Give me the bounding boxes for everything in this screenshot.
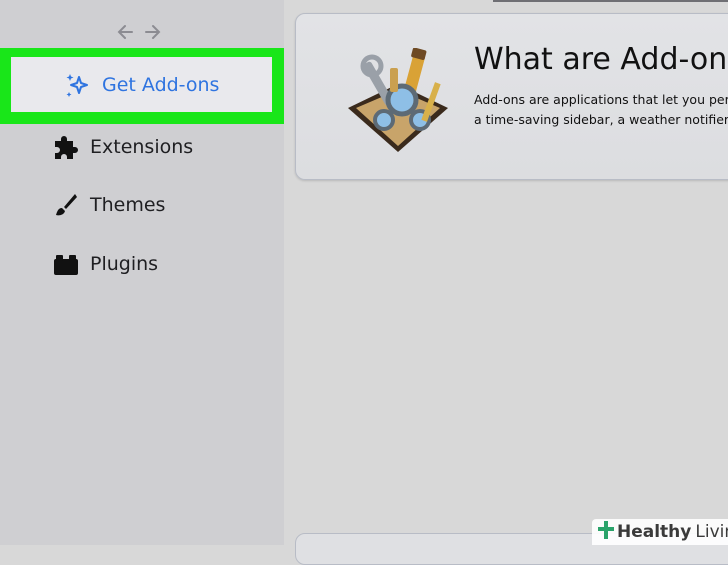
sidebar-item-get-addons[interactable]: Get Add-ons: [0, 48, 284, 124]
addons-tools-icon: [346, 47, 451, 157]
watermark-brand-2: Living: [695, 522, 728, 542]
sidebar-item-extensions[interactable]: Extensions: [50, 127, 193, 167]
sidebar: Get Add-ons Extensions Themes Plugins: [0, 0, 284, 545]
cross-logo-icon: [598, 520, 614, 544]
sidebar-item-plugins[interactable]: Plugins: [50, 244, 158, 284]
card-description-line: a time-saving sidebar, a weather notifie…: [474, 112, 728, 127]
card-description-line: Add-ons are applications that let you pe…: [474, 92, 728, 107]
sidebar-item-label: Extensions: [90, 136, 194, 158]
forward-arrow-icon[interactable]: [144, 22, 162, 42]
watermark-brand: Healthy: [617, 522, 692, 542]
card-title: What are Add-ons?: [474, 42, 728, 77]
sidebar-item-label: Get Add-ons: [102, 73, 220, 96]
addons-info-card: What are Add-ons? Add-ons are applicatio…: [295, 13, 728, 180]
plugin-block-icon: [50, 249, 80, 279]
healthy-living-watermark: Healthy Living: [592, 519, 728, 545]
sidebar-item-label: Themes: [90, 194, 166, 216]
card-description: Add-ons are applications that let you pe…: [474, 90, 728, 130]
puzzle-piece-icon: [50, 132, 80, 162]
paintbrush-icon: [50, 190, 80, 220]
nav-arrows: [116, 22, 162, 42]
sidebar-item-label: Plugins: [90, 253, 159, 275]
sidebar-item-themes[interactable]: Themes: [50, 185, 165, 225]
back-arrow-icon[interactable]: [116, 22, 134, 42]
sparkle-icon: [63, 70, 93, 100]
